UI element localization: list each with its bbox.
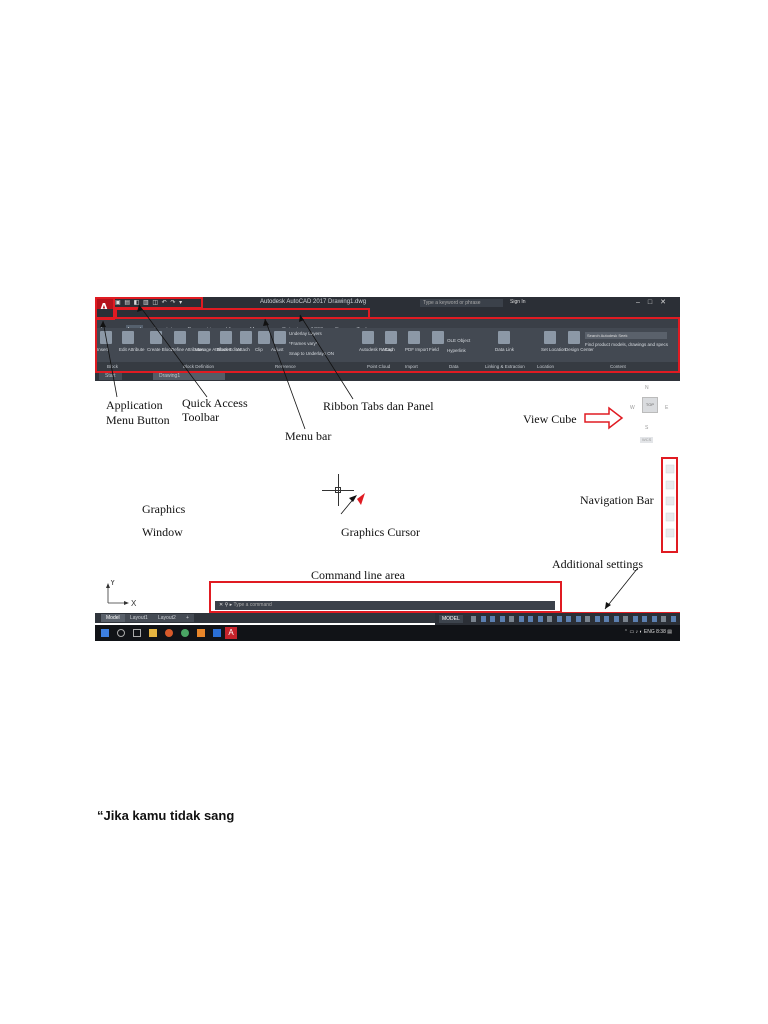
navigation-bar[interactable] <box>664 459 676 551</box>
task-view-icon[interactable] <box>133 629 141 637</box>
status-toggle-icon[interactable] <box>604 616 609 622</box>
add-layout-icon[interactable]: + <box>181 614 194 622</box>
status-bar: MODEL <box>435 613 680 625</box>
status-toggle-icon[interactable] <box>651 616 657 622</box>
ucs-y-label: Y <box>110 580 116 587</box>
status-toggle-icon[interactable] <box>509 616 514 622</box>
view-cube-w: W <box>630 405 635 411</box>
status-toggle-icon[interactable] <box>566 616 571 622</box>
status-toggle-icon[interactable] <box>471 616 476 622</box>
status-toggle-icon[interactable] <box>537 616 543 622</box>
word-icon[interactable] <box>213 629 221 637</box>
status-toggle-icon[interactable] <box>585 616 590 622</box>
status-toggle-icon[interactable] <box>499 616 505 622</box>
windows-start-icon[interactable] <box>101 629 109 637</box>
tray-icons: ⌃ ▭ ♪ ◐ <box>623 629 644 635</box>
status-toggle-icon[interactable] <box>670 616 676 622</box>
ucs-icon: Y X <box>105 578 145 615</box>
view-cube-top[interactable]: TOP <box>642 397 658 413</box>
status-toggle-icon[interactable] <box>632 616 638 622</box>
label-graphics-cursor: Graphics Cursor <box>341 525 420 539</box>
navigation-bar-icons <box>665 464 675 538</box>
tray-clock: ENG 8:38 <box>643 629 666 635</box>
status-toggle-icon[interactable] <box>556 616 562 622</box>
label-command-line: Command line area <box>311 568 405 582</box>
status-model[interactable]: MODEL <box>439 615 463 623</box>
label-menu-bar: Menu bar <box>285 429 332 443</box>
status-toggle-icon[interactable] <box>518 616 524 622</box>
label-graphics: Graphics <box>142 502 186 516</box>
app-icon[interactable] <box>197 629 205 637</box>
status-toggle-icon[interactable] <box>613 616 619 622</box>
label-view-cube: View Cube <box>523 412 577 426</box>
status-toggle-icon[interactable] <box>480 616 486 622</box>
notification-icon[interactable]: ▤ <box>667 629 672 635</box>
label-application-menu-1: Application <box>106 398 163 412</box>
chrome-icon[interactable] <box>181 629 189 637</box>
status-toggle-icon[interactable] <box>642 616 647 622</box>
layout-tab-layout1[interactable]: Layout1 <box>125 614 153 622</box>
command-line-input[interactable]: ✕ ⚲ ▸ Type a command <box>215 601 555 610</box>
status-toggle-icon[interactable] <box>575 616 581 622</box>
graphics-cursor-box <box>335 487 341 493</box>
label-window: Window <box>142 525 183 539</box>
view-cube-e: E <box>665 405 669 411</box>
windows-taskbar: A ⌃ ▭ ♪ ◐ ENG 8:38 ▤ <box>95 625 680 641</box>
system-tray: ⌃ ▭ ♪ ◐ ENG 8:38 ▤ <box>624 629 672 635</box>
quote-text: “Jika kamu tidak sang <box>97 808 235 823</box>
view-cube-wcs[interactable]: WCS <box>640 437 654 443</box>
ucs-x-label: X <box>131 599 137 608</box>
status-toggle-icon[interactable] <box>594 616 600 622</box>
browser-icon[interactable] <box>165 629 173 637</box>
status-toggle-icon[interactable] <box>528 616 533 622</box>
view-cube-s: S <box>645 425 649 431</box>
search-icon[interactable] <box>117 629 125 637</box>
view-cube-n: N <box>645 385 649 391</box>
label-quick-access-1: Quick Access <box>182 396 248 410</box>
status-toggle-icon[interactable] <box>490 616 495 622</box>
layout-tab-model[interactable]: Model <box>101 614 125 622</box>
autocad-taskbar-icon[interactable]: A <box>225 627 237 639</box>
file-explorer-icon[interactable] <box>149 629 157 637</box>
label-additional-settings: Additional settings <box>552 557 643 571</box>
status-toggle-icon[interactable] <box>547 616 552 622</box>
annotation-arrows <box>100 304 638 610</box>
status-toggle-icon[interactable] <box>661 616 666 622</box>
label-ribbon: Ribbon Tabs dan Panel <box>323 399 434 413</box>
label-navigation-bar: Navigation Bar <box>580 493 654 507</box>
layout-tab-layout2[interactable]: Layout2 <box>153 614 181 622</box>
autocad-interface-figure: A ▣ ▤ ◧ ▥ ◫ ↶ ↷ ▾ Autodesk AutoCAD 2017 … <box>95 297 680 641</box>
status-toggle-icon[interactable] <box>623 616 628 622</box>
view-cube[interactable]: TOP <box>638 395 660 415</box>
command-placeholder: Type a command <box>233 602 272 608</box>
label-quick-access-2: Toolbar <box>182 410 220 424</box>
command-icons: ✕ ⚲ ▸ <box>219 602 234 608</box>
label-application-menu-2: Menu Button <box>106 413 170 427</box>
